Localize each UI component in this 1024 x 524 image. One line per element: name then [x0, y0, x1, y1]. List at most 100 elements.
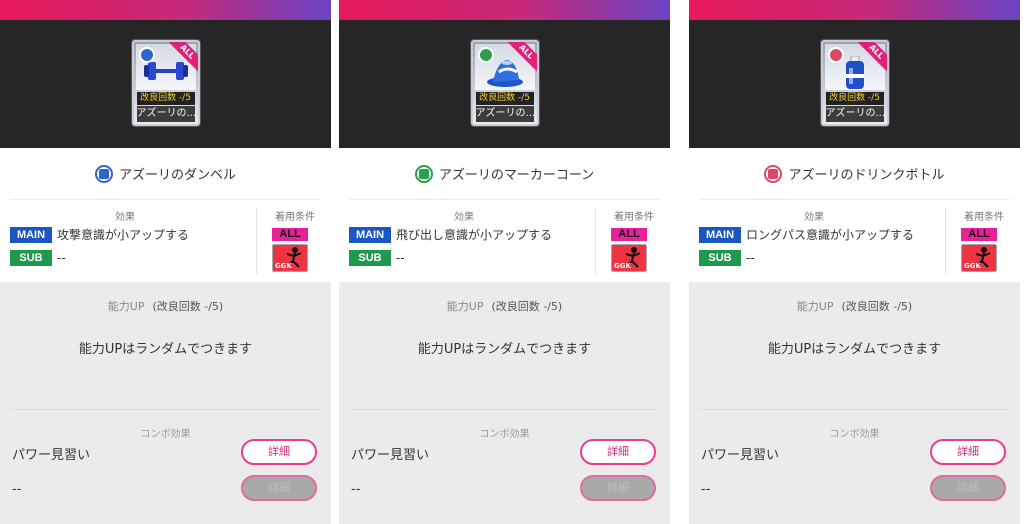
- ability-sub: (改良回数 -/5): [491, 300, 563, 313]
- item-name: アズーリのドリンクボトル: [788, 168, 945, 183]
- condition-label: 着用条件: [275, 212, 315, 223]
- main-effect-row: MAIN 飛び出し意識が小アップする: [349, 226, 552, 243]
- ability-label: 能力UP: [796, 300, 834, 313]
- sub-effect-row: SUB --: [699, 250, 755, 266]
- item-hero: ALL 改良回数 -/5 アズーリの...: [339, 20, 670, 148]
- detail-button[interactable]: 詳細: [580, 439, 656, 465]
- main-effect-row: MAIN 攻撃意識が小アップする: [10, 226, 189, 243]
- position-icon: GGK: [272, 244, 308, 272]
- combo-name: パワー見習い: [351, 448, 430, 463]
- main-effect-text: ロングパス意識が小アップする: [746, 228, 915, 242]
- position-text: GGK: [275, 262, 292, 270]
- position-text: GGK: [964, 262, 981, 270]
- detail-button[interactable]: 詳細: [241, 439, 317, 465]
- sub-effect-text: --: [396, 251, 405, 265]
- main-effect-text: 飛び出し意識が小アップする: [396, 228, 553, 242]
- ability-label: 能力UP: [107, 300, 145, 313]
- item-panel-2: ALL 改良回数 -/5 アズーリの... アズーリのマーカーコーン 効果 着用…: [339, 0, 670, 524]
- ability-message: 能力UPはランダムでつきます: [417, 342, 592, 357]
- sub-tag: SUB: [349, 250, 391, 266]
- sub-effect-row: SUB --: [349, 250, 405, 266]
- sub-tag: SUB: [10, 250, 52, 266]
- condition-label: 着用条件: [614, 212, 654, 223]
- combo-label: コンボ効果: [829, 429, 880, 440]
- card-name: アズーリの...: [136, 106, 195, 122]
- divider: [595, 208, 596, 274]
- main-tag: MAIN: [10, 226, 52, 243]
- position-icon: GGK: [961, 244, 997, 272]
- ability-label: 能力UP: [446, 300, 484, 313]
- combo-label: コンボ効果: [479, 429, 530, 440]
- item-name: アズーリのダンベル: [118, 168, 236, 183]
- item-title: アズーリのマーカーコーン: [349, 148, 660, 200]
- pants-icon: [477, 47, 494, 63]
- card-name: アズーリの...: [825, 106, 884, 122]
- condition-all-badge: ALL: [961, 228, 997, 241]
- condition-all-badge: ALL: [611, 228, 647, 241]
- detail-button-disabled: 詳細: [930, 475, 1006, 501]
- detail-button-disabled: 詳細: [580, 475, 656, 501]
- card-improve-count: 改良回数 -/5: [136, 92, 195, 105]
- shirt-icon: [138, 47, 155, 63]
- position-icon: GGK: [611, 244, 647, 272]
- header-bar: [0, 0, 331, 20]
- main-effect-row: MAIN ロングパス意識が小アップする: [699, 226, 914, 243]
- ability-sub: (改良回数 -/5): [841, 300, 913, 313]
- item-title: アズーリのダンベル: [10, 148, 321, 200]
- item-card[interactable]: ALL 改良回数 -/5 アズーリの...: [820, 40, 889, 126]
- ability-section: 能力UP (改良回数 -/5) 能力UPはランダムでつきます コンボ効果 パワー見…: [0, 282, 331, 524]
- ability-header: 能力UP (改良回数 -/5): [0, 298, 331, 314]
- effects-section: 効果 着用条件 MAIN ロングパス意識が小アップする SUB -- ALL G…: [689, 200, 1020, 282]
- combo-name: パワー見習い: [701, 448, 780, 463]
- sub-effect-text: --: [746, 251, 755, 265]
- combo-name: パワー見習い: [12, 448, 91, 463]
- header-bar: [339, 0, 670, 20]
- card-improve-count: 改良回数 -/5: [475, 92, 534, 105]
- condition-all-badge: ALL: [272, 228, 308, 241]
- condition-label: 着用条件: [964, 212, 1004, 223]
- pants-icon: [414, 164, 433, 183]
- combo-label: コンボ効果: [140, 429, 191, 440]
- header-bar: [689, 0, 1020, 20]
- drink-bottle-icon: [845, 56, 864, 89]
- item-panel-1: ALL 改良回数 -/5 アズーリの... アズーリのダンベル 効果 着用条件 …: [0, 0, 331, 524]
- ability-message: 能力UPはランダムでつきます: [78, 342, 253, 357]
- ability-sub: (改良回数 -/5): [152, 300, 224, 313]
- sub-effect-row: SUB --: [10, 250, 66, 266]
- sub-effect-text: --: [57, 251, 66, 265]
- shirt-icon: [94, 164, 113, 183]
- socks-icon: [827, 47, 844, 63]
- card-improve-count: 改良回数 -/5: [825, 92, 884, 105]
- detail-button[interactable]: 詳細: [930, 439, 1006, 465]
- divider: [699, 409, 1010, 410]
- card-name: アズーリの...: [475, 106, 534, 122]
- divider: [256, 208, 257, 274]
- main-tag: MAIN: [699, 226, 741, 243]
- item-name: アズーリのマーカーコーン: [438, 168, 595, 183]
- ability-header: 能力UP (改良回数 -/5): [339, 298, 670, 314]
- item-hero: ALL 改良回数 -/5 アズーリの...: [0, 20, 331, 148]
- effects-section: 効果 着用条件 MAIN 攻撃意識が小アップする SUB -- ALL GGK: [0, 200, 331, 282]
- ability-header: 能力UP (改良回数 -/5): [689, 298, 1020, 314]
- divider: [945, 208, 946, 274]
- socks-icon: [764, 164, 783, 183]
- effects-section: 効果 着用条件 MAIN 飛び出し意識が小アップする SUB -- ALL GG…: [339, 200, 670, 282]
- item-title: アズーリのドリンクボトル: [699, 148, 1010, 200]
- position-text: GGK: [614, 262, 631, 270]
- item-hero: ALL 改良回数 -/5 アズーリの...: [689, 20, 1020, 148]
- ability-message: 能力UPはランダムでつきます: [767, 342, 942, 357]
- main-tag: MAIN: [349, 226, 391, 243]
- effect-label: 効果: [115, 212, 135, 223]
- divider: [349, 409, 660, 410]
- item-card[interactable]: ALL 改良回数 -/5 アズーリの...: [470, 40, 539, 126]
- ability-section: 能力UP (改良回数 -/5) 能力UPはランダムでつきます コンボ効果 パワー見…: [689, 282, 1020, 524]
- effect-label: 効果: [454, 212, 474, 223]
- divider: [10, 409, 321, 410]
- main-effect-text: 攻撃意識が小アップする: [57, 228, 190, 242]
- combo-name: --: [351, 482, 361, 497]
- item-panel-3: ALL 改良回数 -/5 アズーリの... アズーリのドリンクボトル 効果 着用…: [689, 0, 1020, 524]
- combo-name: --: [701, 482, 711, 497]
- ability-section: 能力UP (改良回数 -/5) 能力UPはランダムでつきます コンボ効果 パワー見…: [339, 282, 670, 524]
- detail-button-disabled: 詳細: [241, 475, 317, 501]
- item-card[interactable]: ALL 改良回数 -/5 アズーリの...: [131, 40, 200, 126]
